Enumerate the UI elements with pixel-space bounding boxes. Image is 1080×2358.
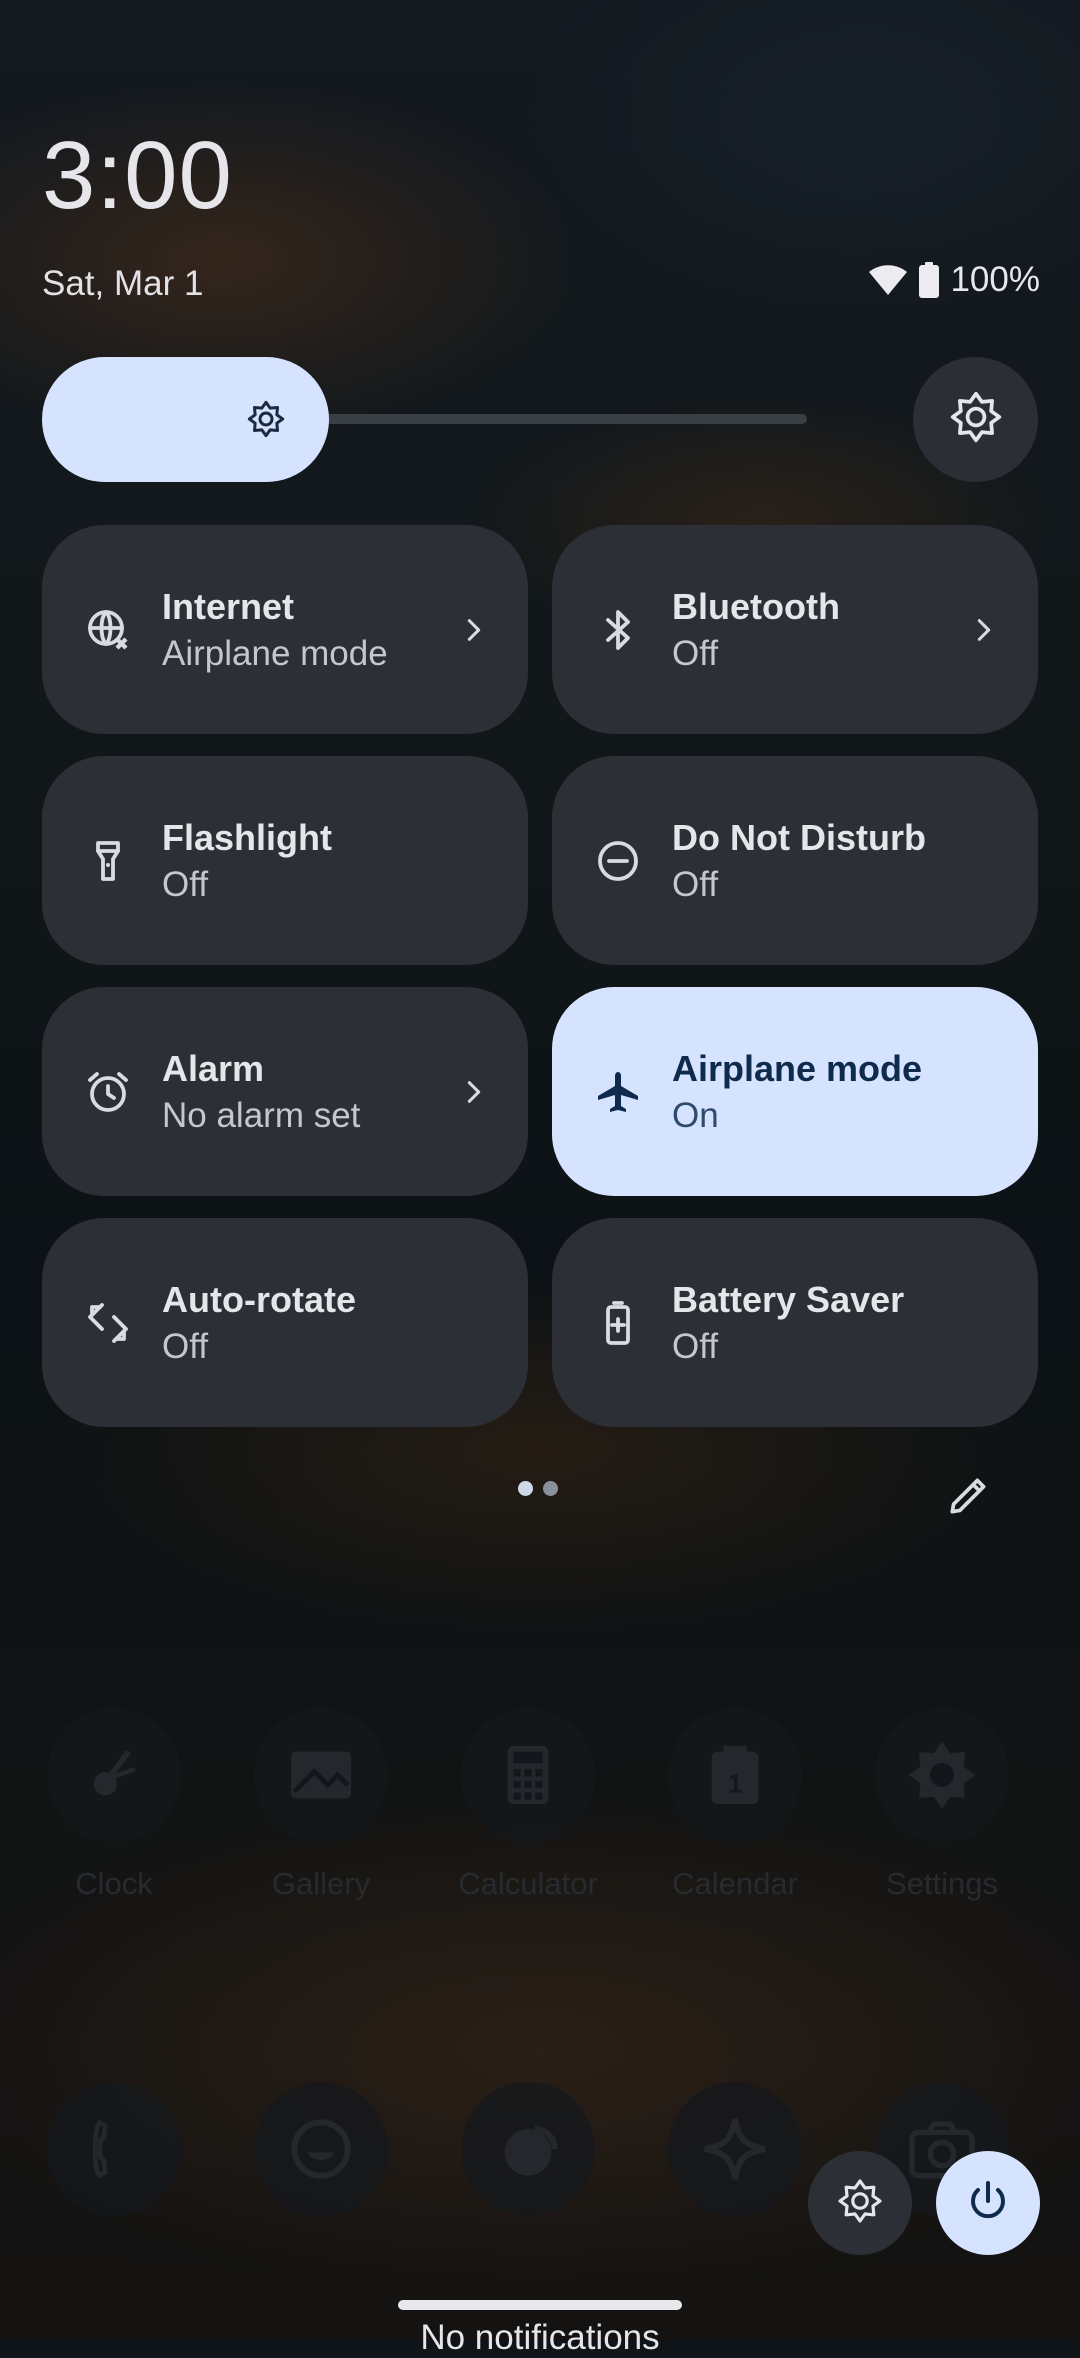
tile-alarm[interactable]: Alarm No alarm set xyxy=(42,987,528,1196)
shade-drag-handle[interactable] xyxy=(398,2300,682,2310)
flashlight-icon xyxy=(84,837,132,885)
clock-time[interactable]: 3:00 xyxy=(42,128,233,224)
tile-subtitle: Off xyxy=(672,633,719,673)
airplane-icon xyxy=(594,1068,642,1116)
edit-button[interactable] xyxy=(944,1470,994,1520)
chevron-right-icon[interactable] xyxy=(970,616,998,644)
power-button[interactable] xyxy=(936,2151,1040,2255)
tile-subtitle: Airplane mode xyxy=(162,633,388,673)
tile-battery-saver[interactable]: Battery Saver Off xyxy=(552,1218,1038,1427)
tile-internet[interactable]: Internet Airplane mode xyxy=(42,525,528,734)
power-icon xyxy=(964,2177,1012,2230)
brightness-slider[interactable] xyxy=(42,357,807,482)
battery-percent: 100% xyxy=(950,260,1040,299)
tile-airplane-mode[interactable]: Airplane mode On xyxy=(552,987,1038,1196)
alarm-icon xyxy=(84,1068,132,1116)
footer-settings-button[interactable] xyxy=(808,2151,912,2255)
chevron-right-icon[interactable] xyxy=(460,616,488,644)
tile-auto-rotate[interactable]: Auto-rotate Off xyxy=(42,1218,528,1427)
tile-title: Airplane mode xyxy=(672,1047,923,1089)
brightness-icon xyxy=(246,399,286,439)
status-icons: 100% xyxy=(868,260,1040,300)
tile-subtitle: No alarm set xyxy=(162,1095,361,1135)
tile-subtitle: On xyxy=(672,1095,719,1135)
globe-off-icon xyxy=(84,606,132,654)
tile-subtitle: Off xyxy=(672,1326,719,1366)
tile-flashlight[interactable]: Flashlight Off xyxy=(42,756,528,965)
tile-title: Bluetooth xyxy=(672,585,840,627)
bluetooth-icon xyxy=(594,606,642,654)
date-label[interactable]: Sat, Mar 1 xyxy=(42,264,203,304)
tile-subtitle: Off xyxy=(162,1326,209,1366)
pencil-icon xyxy=(944,1478,994,1524)
battery-icon xyxy=(918,262,940,298)
tile-bluetooth[interactable]: Bluetooth Off xyxy=(552,525,1038,734)
tile-do-not-disturb[interactable]: Do Not Disturb Off xyxy=(552,756,1038,965)
tile-title: Do Not Disturb xyxy=(672,816,926,858)
page-indicator xyxy=(518,1481,558,1496)
do-not-disturb-icon xyxy=(594,837,642,885)
tile-title: Flashlight xyxy=(162,816,332,858)
tile-subtitle: Off xyxy=(672,864,719,904)
chevron-right-icon[interactable] xyxy=(460,1078,488,1106)
no-notifications-label: No notifications xyxy=(420,2318,660,2357)
tile-title: Internet xyxy=(162,585,295,627)
tile-title: Battery Saver xyxy=(672,1278,905,1320)
wifi-icon xyxy=(868,264,908,296)
battery-saver-icon xyxy=(594,1299,642,1347)
gear-icon xyxy=(836,2177,884,2230)
quick-settings-grid: Internet Airplane mode Bluetooth Off Flashli… xyxy=(42,525,1038,1427)
page-dot[interactable] xyxy=(543,1481,558,1496)
auto-rotate-icon xyxy=(84,1299,132,1347)
page-dot[interactable] xyxy=(518,1481,533,1496)
tile-title: Auto-rotate xyxy=(162,1278,356,1320)
settings-button[interactable] xyxy=(913,357,1038,482)
tile-title: Alarm xyxy=(162,1047,265,1089)
gear-icon xyxy=(948,389,1004,450)
tile-subtitle: Off xyxy=(162,864,209,904)
